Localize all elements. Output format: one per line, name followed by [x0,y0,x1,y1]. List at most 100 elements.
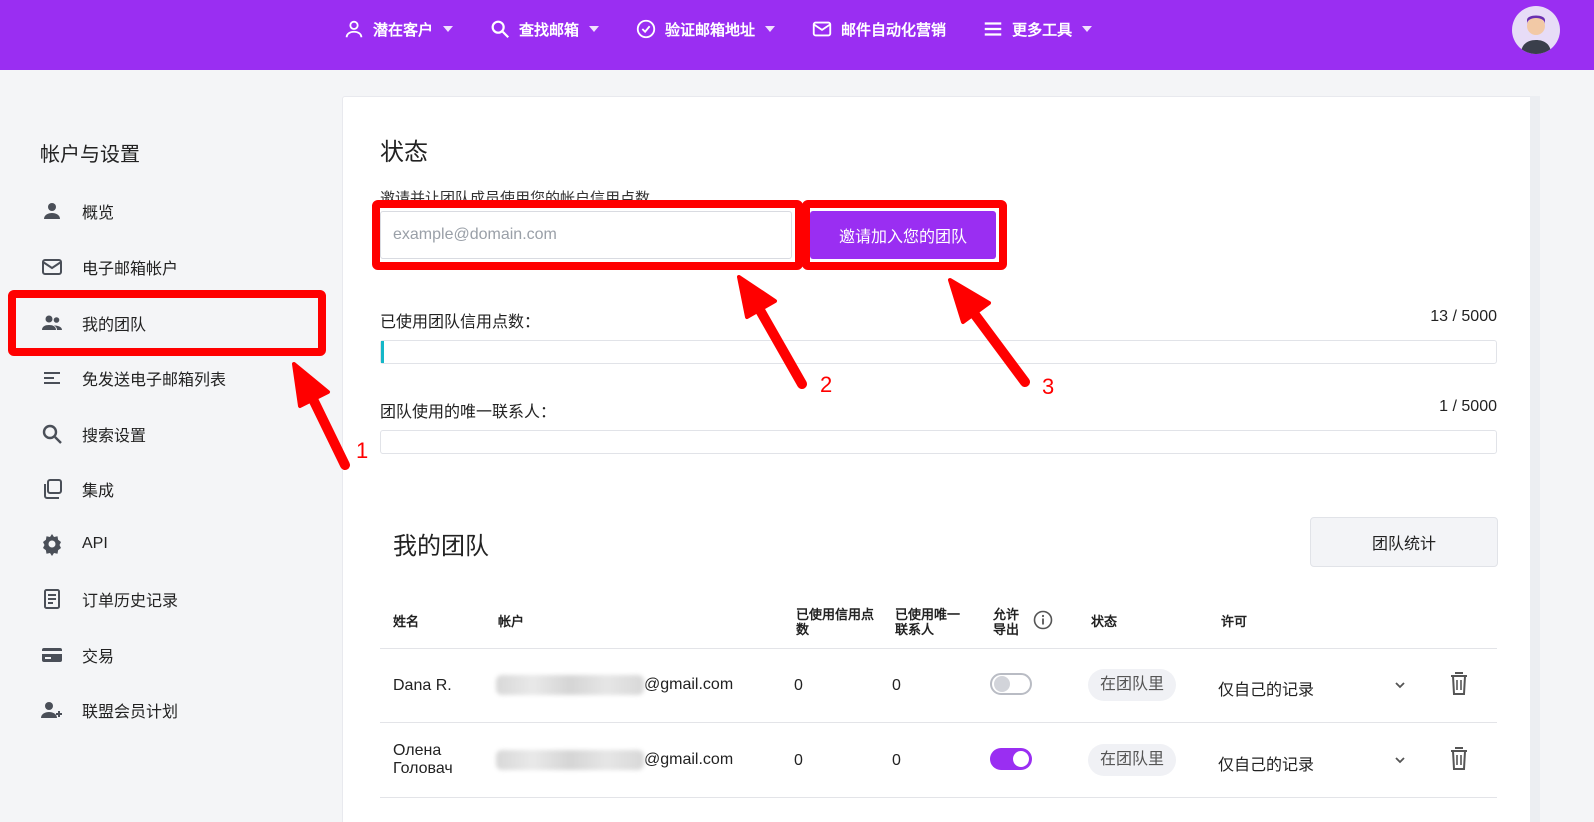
mail-icon [42,259,62,275]
sidebar-item-label: 免发送电子邮箱列表 [82,372,227,389]
annotation-number-1: 1 [356,438,369,463]
contacts-used-cell: 0 [892,677,901,694]
nav-item-find-email[interactable]: 查找邮箱 [489,18,600,40]
list-icon [44,372,60,384]
sidebar-item-label: API [82,535,108,552]
chevron-down-icon [443,26,454,32]
sidebar-item-label: 概览 [82,205,115,222]
email-domain: @gmail.com [644,676,734,694]
column-header-account: 帐户 [498,614,525,629]
contacts-used-cell: 0 [892,752,901,769]
sidebar-item-label: 交易 [82,649,115,666]
nav-item-more-tools[interactable]: 更多工具 [982,18,1093,40]
add-person-icon [41,702,62,718]
annotation-box-invite-button [802,200,1007,270]
sidebar-item-label: 集成 [82,483,115,500]
sidebar-title: 帐户与设置 [40,144,140,166]
allow-export-toggle[interactable] [990,673,1032,695]
member-email: @gmail.com [496,675,733,695]
document-icon [44,589,60,609]
row-divider [380,797,1497,798]
status-badge: 在团队里 [1088,669,1177,701]
menu-icon [984,22,1002,36]
integration-icon [44,479,62,499]
nav-item-email-automation[interactable]: 邮件自动化营销 [811,18,946,40]
person-icon [44,203,60,219]
status-badge: 在团队里 [1088,744,1177,776]
member-name: Олена Головач [393,742,453,777]
sidebar-item-overview[interactable]: 概览 [40,196,114,226]
mail-icon [812,21,832,37]
column-header-name: 姓名 [393,614,420,629]
column-header-permission: 许可 [1221,614,1248,629]
user-avatar[interactable] [1512,6,1560,54]
permission-value: 仅自己的记录 [1218,757,1315,774]
avatar-person-icon [1521,15,1551,54]
check-circle-icon [636,19,656,39]
top-nav-bar: 潜在客户 查找邮箱 验证邮箱地址 邮件自动化营销 更多工具 [0,0,1594,70]
column-header-credits-used: 已使用信用点数 [796,607,875,637]
search-icon [491,20,510,39]
toggle-knob [1013,751,1029,767]
nav-item-label: 验证邮箱地址 [665,21,756,39]
email-domain: @gmail.com [644,751,734,769]
column-header-status: 状态 [1091,614,1118,629]
toggle-knob [994,676,1010,692]
column-header-contacts-used: 已使用唯一联系人 [895,607,961,637]
nav-item-label: 邮件自动化营销 [841,21,947,39]
sidebar-item-api[interactable]: API [40,529,108,559]
permission-value: 仅自己的记录 [1218,682,1315,699]
chevron-down-icon[interactable] [1393,753,1407,767]
sidebar-item-order-history[interactable]: 订单历史记录 [40,584,178,614]
chevron-down-icon [589,26,600,32]
sidebar-item-label: 搜索设置 [82,428,147,445]
member-email: @gmail.com [496,750,733,770]
chevron-down-icon [765,26,776,32]
contacts-progress-bar [380,430,1497,454]
status-heading: 状态 [380,139,428,166]
annotation-number-2: 2 [820,372,833,397]
sidebar-item-label: 电子邮箱帐户 [82,261,179,278]
credits-progress-bar [380,340,1497,364]
allow-export-toggle[interactable] [990,748,1032,770]
sidebar-item-transactions[interactable]: 交易 [40,640,114,670]
nav-item-label: 潜在客户 [373,21,434,39]
trash-icon[interactable] [1449,747,1469,771]
nav-item-verify-email[interactable]: 验证邮箱地址 [635,18,776,40]
column-header-allow-export: 允许导出 [993,607,1020,637]
sidebar-item-integrations[interactable]: 集成 [40,474,114,504]
credits-used-cell: 0 [794,677,803,694]
main-nav: 潜在客户 查找邮箱 验证邮箱地址 邮件自动化营销 更多工具 [343,0,1128,58]
table-header-divider [380,648,1497,649]
person-icon [345,20,363,38]
redacted-email-user [496,675,644,695]
info-icon[interactable] [1033,610,1053,630]
contacts-used-value: 1 / 5000 [1439,398,1497,415]
chevron-down-icon[interactable] [1393,678,1407,692]
scrollbar[interactable] [1530,96,1540,822]
nav-item-label: 查找邮箱 [519,21,580,39]
nav-item-label: 更多工具 [1012,21,1073,39]
search-icon [42,424,62,444]
trash-icon[interactable] [1449,672,1469,696]
gear-icon [43,534,61,556]
card-icon [42,648,62,662]
redacted-email-user [496,750,644,770]
contacts-used-label: 团队使用的唯一联系人： [380,404,557,421]
team-stats-button[interactable]: 团队统计 [1310,517,1498,567]
chevron-down-icon [1082,26,1093,32]
annotation-box-my-team [8,290,326,356]
sidebar-item-affiliate[interactable]: 联盟会员计划 [40,695,178,725]
sidebar-item-email-accounts[interactable]: 电子邮箱帐户 [40,252,178,282]
credits-used-value: 13 / 5000 [1430,308,1497,325]
sidebar-item-suppression-list[interactable]: 免发送电子邮箱列表 [40,363,226,393]
my-team-heading: 我的团队 [393,533,489,560]
annotation-number-3: 3 [1042,374,1055,399]
credits-progress-fill [381,341,384,363]
row-divider [380,722,1497,723]
credits-used-cell: 0 [794,752,803,769]
sidebar-item-label: 订单历史记录 [82,593,179,610]
sidebar-item-search-settings[interactable]: 搜索设置 [40,419,146,449]
credits-used-label: 已使用团队信用点数： [380,314,541,331]
nav-item-leads[interactable]: 潜在客户 [343,18,454,40]
